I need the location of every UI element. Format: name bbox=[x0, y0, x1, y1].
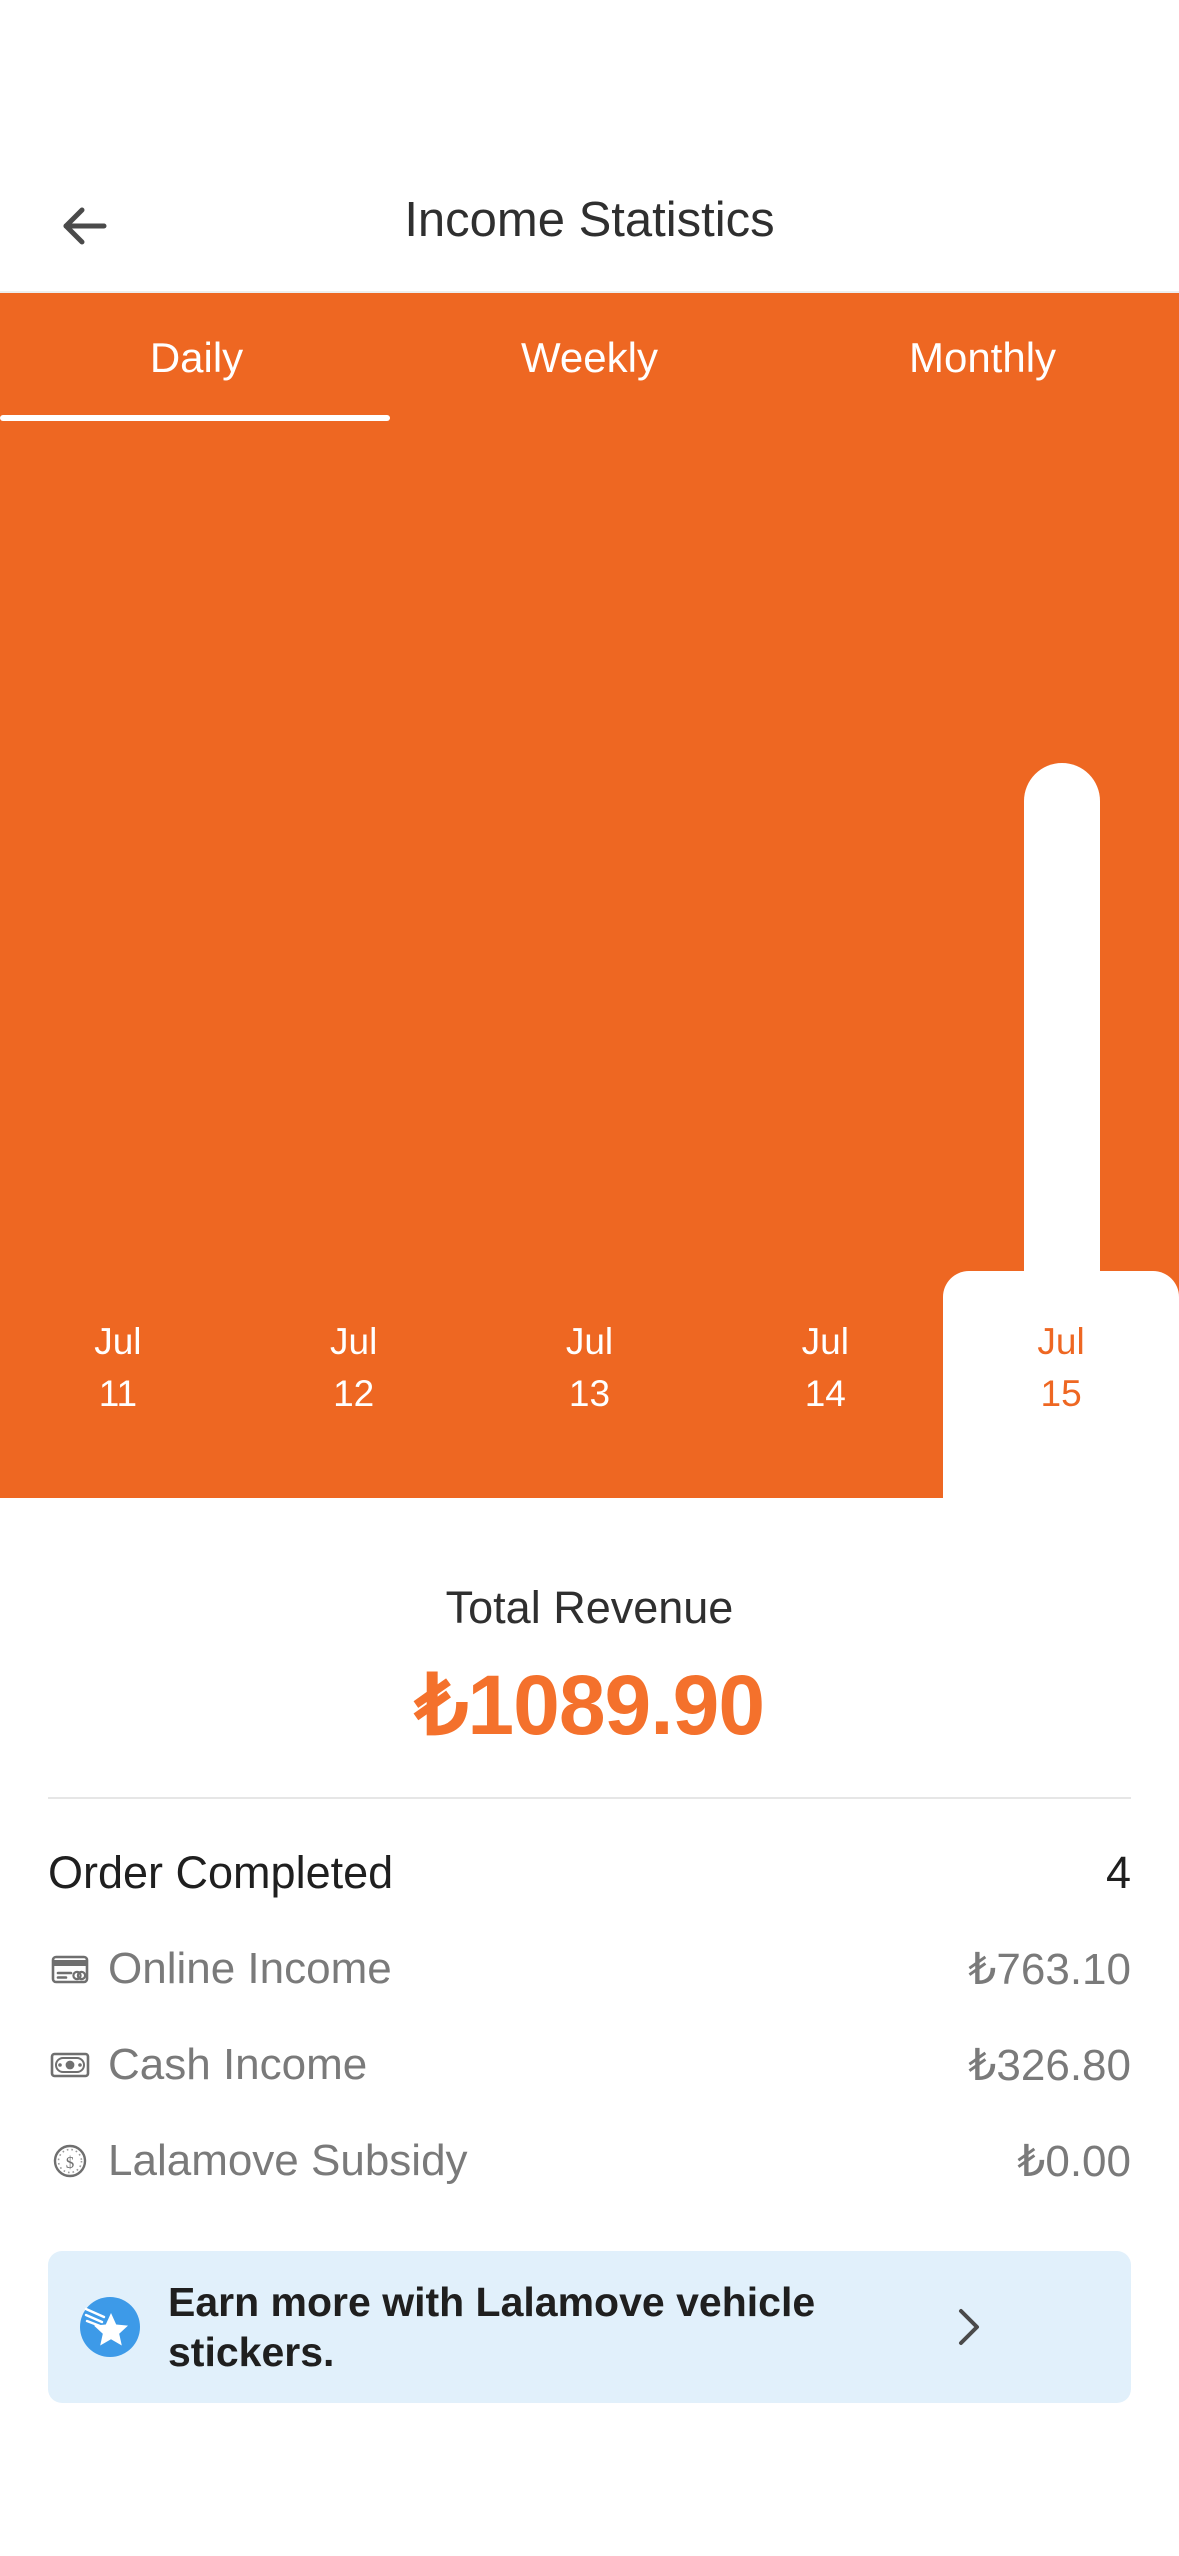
day-number-label: 14 bbox=[804, 1373, 846, 1414]
cash-income-row: Cash Income ₺326.80 bbox=[48, 2017, 1131, 2113]
income-chart-panel: Daily Weekly Monthly Jul 11 Jul 12 Jul 1… bbox=[0, 293, 1179, 1498]
tab-monthly[interactable]: Monthly bbox=[786, 293, 1179, 423]
total-revenue-label: Total Revenue bbox=[445, 1582, 734, 1633]
coin-dollar-icon: $ bbox=[48, 2139, 92, 2183]
day-item-4-selected[interactable]: Jul 15 bbox=[943, 1271, 1179, 1498]
revenue-summary: Total Revenue ₺1089.90 bbox=[0, 1498, 1179, 1754]
tab-daily-label: Daily bbox=[149, 334, 244, 381]
period-tabs: Daily Weekly Monthly bbox=[0, 293, 1179, 423]
day-month-label: Jul bbox=[801, 1321, 849, 1362]
income-breakdown-list: Order Completed 4 Online Income ₺763.10 bbox=[48, 1825, 1131, 2209]
order-completed-value: 4 bbox=[1105, 1847, 1131, 1898]
credit-card-icon bbox=[48, 1947, 92, 1991]
day-item-3[interactable]: Jul 14 bbox=[707, 1271, 943, 1498]
online-income-label: Online Income bbox=[108, 1944, 392, 1993]
day-month-label: Jul bbox=[94, 1321, 142, 1362]
day-item-1[interactable]: Jul 12 bbox=[236, 1271, 472, 1498]
online-income-row: Online Income ₺763.10 bbox=[48, 1921, 1131, 2017]
tab-daily[interactable]: Daily bbox=[0, 293, 393, 423]
tab-monthly-label: Monthly bbox=[908, 334, 1057, 381]
page-title: Income Statistics bbox=[404, 193, 775, 247]
day-month-label: Jul bbox=[330, 1321, 378, 1362]
chevron-right-icon[interactable] bbox=[948, 2303, 988, 2351]
cash-income-label: Cash Income bbox=[108, 2040, 368, 2089]
app-header: Income Statistics bbox=[0, 0, 1179, 293]
tab-weekly[interactable]: Weekly bbox=[393, 293, 786, 423]
day-month-label: Jul bbox=[1037, 1321, 1085, 1362]
cash-income-value: ₺326.80 bbox=[968, 2040, 1131, 2090]
section-divider bbox=[48, 1797, 1131, 1799]
banknote-icon bbox=[48, 2043, 92, 2087]
active-tab-indicator bbox=[0, 415, 390, 421]
day-selector: Jul 11 Jul 12 Jul 13 Jul 14 Jul 15 bbox=[0, 1271, 1179, 1498]
vehicle-sticker-banner[interactable]: Earn more with Lalamove vehicle stickers… bbox=[48, 2251, 1131, 2403]
lalamove-subsidy-row: $ Lalamove Subsidy ₺0.00 bbox=[48, 2113, 1131, 2209]
day-number-label: 13 bbox=[568, 1373, 611, 1414]
day-number-label: 12 bbox=[333, 1373, 375, 1414]
order-completed-label: Order Completed bbox=[48, 1847, 394, 1898]
day-number-label: 15 bbox=[1040, 1373, 1082, 1414]
total-revenue-value: ₺1089.90 bbox=[414, 1658, 765, 1752]
day-item-0[interactable]: Jul 11 bbox=[0, 1271, 236, 1498]
shooting-star-icon bbox=[78, 2295, 142, 2359]
lalamove-subsidy-value: ₺0.00 bbox=[1017, 2136, 1131, 2186]
online-income-value: ₺763.10 bbox=[968, 1944, 1131, 1994]
day-month-label: Jul bbox=[565, 1321, 614, 1362]
tab-weekly-label: Weekly bbox=[521, 334, 658, 381]
lalamove-subsidy-label: Lalamove Subsidy bbox=[108, 2136, 468, 2185]
day-number-label: 11 bbox=[98, 1373, 138, 1414]
banner-text: Earn more with Lalamove vehicle stickers… bbox=[168, 2279, 816, 2375]
day-item-2[interactable]: Jul 13 bbox=[472, 1271, 708, 1498]
order-completed-row: Order Completed 4 bbox=[48, 1825, 1131, 1921]
svg-text:$: $ bbox=[66, 2153, 75, 2172]
